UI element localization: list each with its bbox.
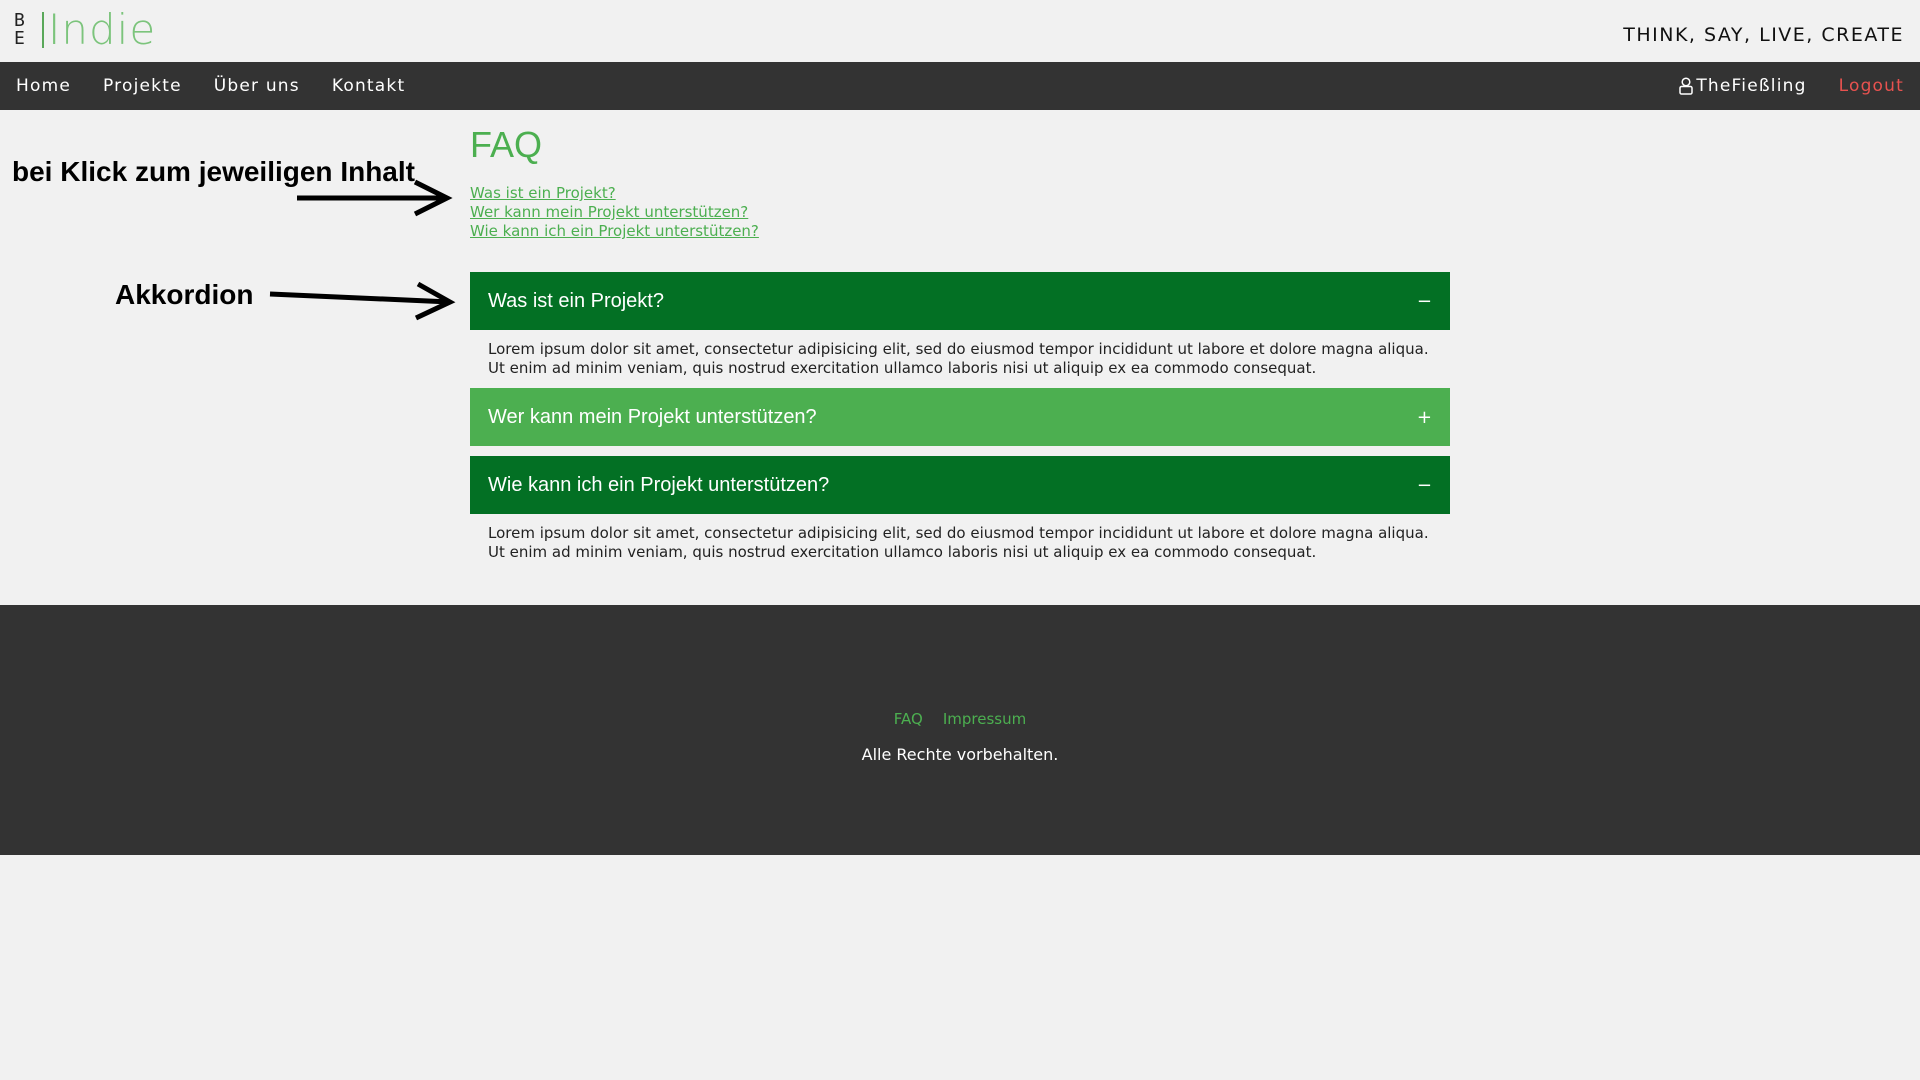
quick-link-wie-kann-ich-unterstuetzen[interactable]: Wie kann ich ein Projekt unterstützen? xyxy=(470,222,759,241)
footer-link-faq[interactable]: FAQ xyxy=(894,710,923,728)
accordion-body: Lorem ipsum dolor sit amet, consectetur … xyxy=(488,340,1429,377)
nav-item-home[interactable]: Home xyxy=(16,76,71,96)
footer-copyright: Alle Rechte vorbehalten. xyxy=(861,745,1059,764)
accordion-spacer xyxy=(470,446,1450,456)
logo-be-mark: B E xyxy=(14,10,40,49)
nav-item-kontakt[interactable]: Kontakt xyxy=(332,76,405,96)
tagline: THINK, SAY, LIVE, CREATE xyxy=(1623,24,1904,46)
collapse-icon: − xyxy=(1416,474,1432,496)
accordion-header-wer-kann-unterstuetzen[interactable]: Wer kann mein Projekt unterstützen? + xyxy=(470,388,1450,446)
faq-accordion: Was ist ein Projekt? − Lorem ipsum dolor… xyxy=(470,272,1450,572)
user-profile-link[interactable]: TheFießling xyxy=(1678,76,1806,96)
faq-quick-links: Was ist ein Projekt? Wer kann mein Proje… xyxy=(470,184,759,241)
user-icon xyxy=(1679,77,1694,95)
accordion-body: Lorem ipsum dolor sit amet, consectetur … xyxy=(488,524,1429,561)
collapse-icon: − xyxy=(1416,290,1432,312)
annotation-arrow-links xyxy=(297,179,453,217)
accordion-title: Wie kann ich ein Projekt unterstützen? xyxy=(488,473,830,496)
accordion-title: Was ist ein Projekt? xyxy=(488,289,664,312)
annotation-accordion-note: Akkordion xyxy=(115,279,254,310)
page-footer: FAQ Impressum Alle Rechte vorbehalten. xyxy=(0,605,1920,855)
nav-item-projekte[interactable]: Projekte xyxy=(103,76,182,96)
expand-icon: + xyxy=(1416,406,1432,428)
accordion-header-was-ist-ein-projekt[interactable]: Was ist ein Projekt? − xyxy=(470,272,1450,330)
nav-item-ueber-uns[interactable]: Über uns xyxy=(214,76,300,96)
top-header: B E Indie THINK, SAY, LIVE, CREATE xyxy=(0,0,1920,62)
footer-link-impressum[interactable]: Impressum xyxy=(943,710,1026,728)
logout-link[interactable]: Logout xyxy=(1839,76,1904,96)
logo-be-top: B xyxy=(14,10,25,31)
page-title: FAQ xyxy=(470,124,543,165)
logo-be-bottom: E xyxy=(14,28,25,49)
main-navbar: Home Projekte Über uns Kontakt TheFießli… xyxy=(0,62,1920,110)
accordion-header-wie-kann-ich-unterstuetzen[interactable]: Wie kann ich ein Projekt unterstützen? − xyxy=(470,456,1450,514)
user-name: TheFießling xyxy=(1696,76,1807,96)
nav-user-area: TheFießling Logout xyxy=(1678,62,1904,110)
footer-links: FAQ Impressum xyxy=(0,710,1920,728)
logo-divider xyxy=(42,12,44,48)
accordion-title: Wer kann mein Projekt unterstützen? xyxy=(488,405,817,428)
site-logo[interactable]: B E Indie xyxy=(14,5,157,54)
quick-link-wer-kann-unterstuetzen[interactable]: Wer kann mein Projekt unterstützen? xyxy=(470,203,759,222)
annotation-arrow-accordion xyxy=(269,281,456,321)
quick-link-was-ist-ein-projekt[interactable]: Was ist ein Projekt? xyxy=(470,184,759,203)
nav-links: Home Projekte Über uns Kontakt xyxy=(16,62,437,110)
logo-text: Indie xyxy=(48,5,157,54)
